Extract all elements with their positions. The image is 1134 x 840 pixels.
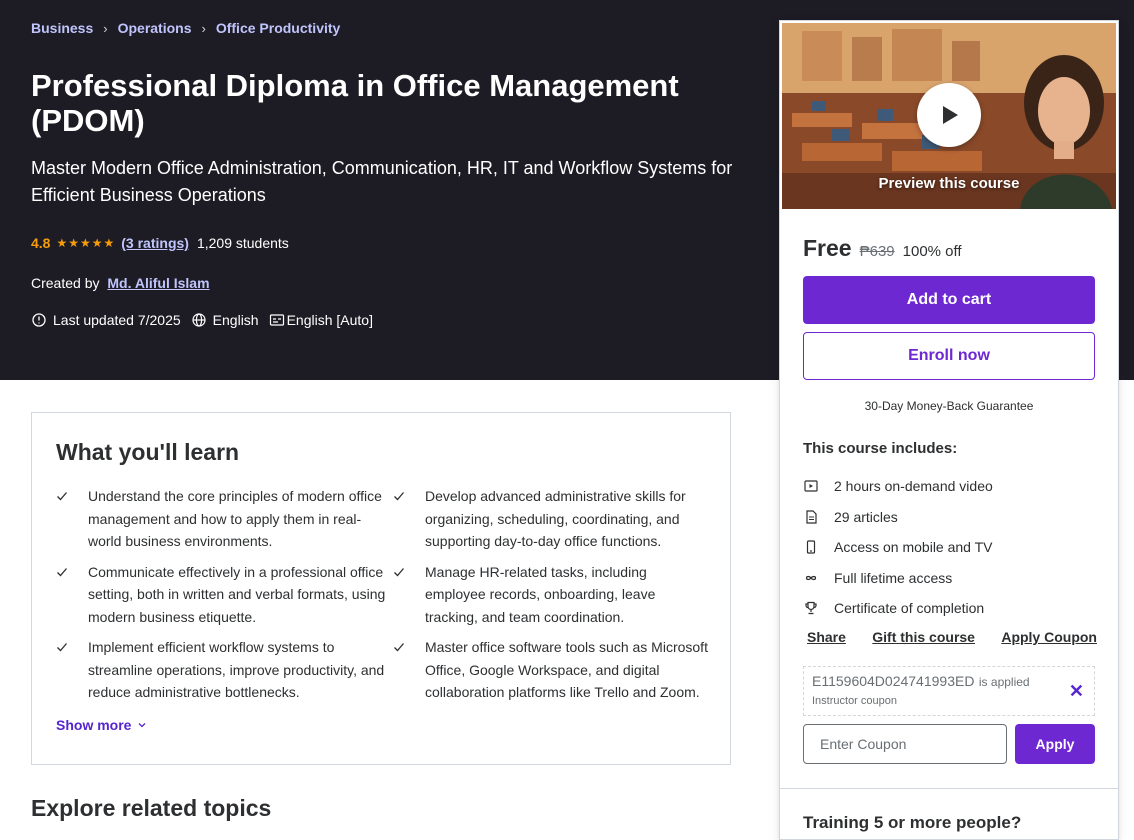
share-button[interactable]: Share	[807, 629, 846, 645]
mobile-icon	[803, 539, 819, 555]
created-by-label: Created by	[31, 275, 100, 291]
last-updated-text: Last updated 7/2025	[53, 312, 181, 328]
coupon-input[interactable]	[803, 724, 1007, 764]
learn-item-text: Master office software tools such as Mic…	[425, 639, 708, 700]
chevron-down-icon	[139, 723, 146, 728]
checkmark-icon	[56, 561, 68, 629]
breadcrumb-business[interactable]: Business	[31, 20, 93, 36]
show-more-button[interactable]: Show more	[56, 717, 147, 733]
money-back-guarantee: 30-Day Money-Back Guarantee	[864, 399, 1034, 413]
checkmark-icon	[56, 636, 68, 704]
article-icon	[803, 509, 819, 525]
include-item: 2 hours on-demand video	[803, 471, 993, 502]
course-title: Professional Diploma in Office Managemen…	[31, 68, 679, 138]
include-item: Full lifetime access	[803, 563, 993, 594]
ratings-count-link[interactable]: (3 ratings)	[121, 235, 189, 251]
apply-coupon-link[interactable]: Apply Coupon	[1001, 629, 1097, 645]
learn-item: Develop advanced administrative skills f…	[393, 485, 708, 553]
play-icon	[943, 106, 958, 124]
rating-value: 4.8	[31, 235, 51, 251]
what-youll-learn: What you'll learn Understand the core pr…	[31, 412, 731, 765]
coupon-type: Instructor coupon	[812, 695, 897, 707]
learn-heading: What you'll learn	[56, 439, 240, 465]
author-link[interactable]: Md. Aliful Islam	[107, 275, 209, 291]
checkmark-icon	[393, 636, 405, 704]
coupon-code: E1159604D024741993ED	[812, 673, 975, 689]
video-icon	[803, 478, 819, 494]
learn-item: Master office software tools such as Mic…	[393, 636, 708, 704]
include-label: 2 hours on-demand video	[834, 478, 993, 495]
include-label: Full lifetime access	[834, 569, 953, 586]
created-by: Created by Md. Aliful Islam	[31, 275, 210, 291]
chevron-right-icon: ›	[103, 20, 108, 36]
checkmark-icon	[393, 485, 405, 553]
last-updated: Last updated 7/2025	[31, 312, 181, 328]
infinity-icon	[803, 570, 819, 586]
checkmark-icon	[56, 485, 68, 553]
applied-coupon: E1159604D024741993ED is applied Instruct…	[803, 666, 1095, 716]
divider	[780, 788, 1118, 789]
captions: English [Auto]	[269, 312, 373, 328]
discount-percent: 100% off	[902, 243, 962, 260]
rating-row: 4.8 ★★★★★ (3 ratings) 1,209 students	[31, 235, 289, 251]
learn-item: Communicate effectively in a professiona…	[56, 561, 393, 629]
star-rating-icon: ★★★★★	[56, 236, 116, 250]
include-label: Certificate of completion	[834, 600, 985, 617]
preview-label: Preview this course	[878, 175, 1020, 192]
learn-item-text: Manage HR-related tasks, including emplo…	[425, 563, 656, 625]
apply-button[interactable]: Apply	[1015, 724, 1095, 764]
captions-text: English [Auto]	[286, 312, 373, 328]
course-meta: Last updated 7/2025 English English [Aut…	[31, 312, 383, 328]
close-icon[interactable]: ✕	[1069, 681, 1084, 702]
learn-item-text: Develop advanced administrative skills f…	[425, 488, 686, 549]
price-row: Free ₱639 100% off	[803, 235, 962, 262]
enroll-now-button[interactable]: Enroll now	[803, 332, 1095, 380]
play-button[interactable]	[917, 83, 981, 147]
include-label: 29 articles	[834, 508, 898, 525]
trophy-icon	[803, 600, 819, 616]
course-subtitle: Master Modern Office Administration, Com…	[31, 158, 733, 205]
learn-list: Understand the core principles of modern…	[56, 485, 708, 704]
learn-item-text: Understand the core principles of modern…	[88, 488, 382, 549]
includes-list: 2 hours on-demand video 29 articles Acce…	[803, 471, 993, 624]
alert-badge-icon	[32, 313, 46, 327]
language: English	[191, 312, 259, 328]
breadcrumb-operations[interactable]: Operations	[118, 20, 192, 36]
show-more-label: Show more	[56, 717, 132, 733]
current-price: Free	[803, 235, 852, 261]
gift-course-button[interactable]: Gift this course	[872, 629, 975, 645]
breadcrumb-office-productivity[interactable]: Office Productivity	[216, 20, 340, 36]
checkmark-icon	[393, 561, 405, 629]
learn-item: Implement efficient workflow systems to …	[56, 636, 393, 704]
add-to-cart-button[interactable]: Add to cart	[803, 276, 1095, 324]
card-actions: Share Gift this course Apply Coupon	[807, 629, 1097, 645]
learn-item: Understand the core principles of modern…	[56, 485, 393, 553]
globe-icon	[192, 313, 206, 327]
coupon-applied-text: is applied	[978, 675, 1030, 689]
learn-item-text: Implement efficient workflow systems to …	[88, 639, 385, 700]
include-item: Access on mobile and TV	[803, 532, 993, 563]
original-price: ₱639	[859, 243, 895, 260]
related-topics-heading: Explore related topics	[31, 795, 272, 821]
breadcrumb: Business › Operations › Office Productiv…	[31, 20, 340, 36]
language-text: English	[212, 312, 259, 328]
training-heading: Training 5 or more people?	[803, 813, 1022, 832]
include-item: 29 articles	[803, 502, 993, 533]
includes-title: This course includes:	[803, 440, 958, 457]
include-label: Access on mobile and TV	[834, 539, 993, 556]
course-preview[interactable]: Preview this course	[782, 23, 1116, 209]
purchase-card: Preview this course Free ₱639 100% off A…	[779, 20, 1119, 840]
learn-item: Manage HR-related tasks, including emplo…	[393, 561, 708, 629]
include-item: Certificate of completion	[803, 593, 993, 624]
students-count: 1,209 students	[196, 235, 289, 251]
captions-icon	[269, 314, 284, 326]
chevron-right-icon: ›	[201, 20, 206, 36]
learn-item-text: Communicate effectively in a professiona…	[88, 563, 386, 625]
